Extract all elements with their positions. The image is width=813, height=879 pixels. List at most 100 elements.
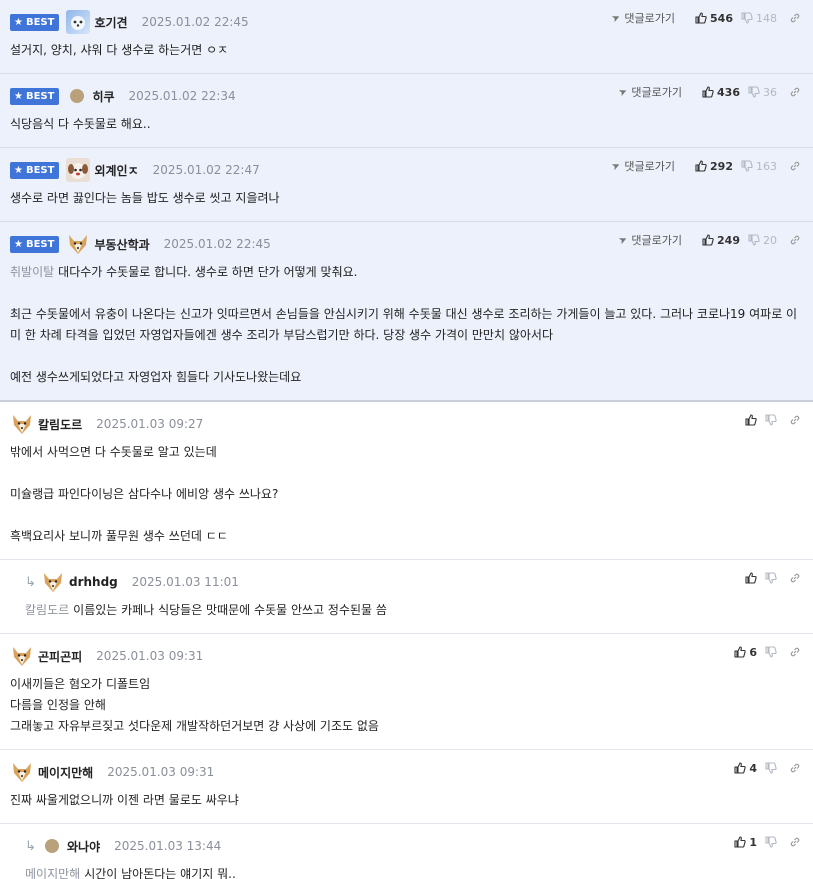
send-icon: ➤ xyxy=(617,85,630,99)
goto-reply-link[interactable]: ➤ 댓글로가기 xyxy=(617,232,682,248)
comment-item: 칼림도르 2025.01.03 09:27 밖에서 사먹으면 다 수돗물로 알고… xyxy=(0,402,813,560)
comment-date: 2025.01.02 22:47 xyxy=(152,163,260,177)
author-nick[interactable]: 외계인ㅈ xyxy=(94,162,138,179)
mention-link[interactable]: 메이지만해 xyxy=(25,867,80,879)
best-comment: ★ BEST 히쿠 2025.01.02 22:34 ➤ 댓글로가기 436 36 … xyxy=(0,74,813,148)
like-button[interactable]: 1 xyxy=(734,836,757,849)
thumbs-up-icon xyxy=(745,572,757,584)
share-button[interactable] xyxy=(789,836,801,848)
star-icon: ★ xyxy=(14,16,23,28)
link-icon xyxy=(790,235,800,245)
comment-actions: 1 xyxy=(726,834,801,850)
comment-date: 2025.01.03 09:27 xyxy=(96,417,204,431)
thumbs-down-icon xyxy=(748,86,760,98)
dislike-count: 20 xyxy=(763,233,777,247)
thumbs-up-icon xyxy=(695,12,707,24)
like-button[interactable]: 546 xyxy=(695,12,733,25)
like-button[interactable]: 6 xyxy=(734,646,757,659)
thumbs-down-icon xyxy=(748,234,760,246)
thumbs-up-icon xyxy=(702,86,714,98)
mention-link[interactable]: 칼림도르 xyxy=(25,603,69,617)
thumbs-down-icon xyxy=(765,762,777,774)
dislike-button[interactable]: 163 xyxy=(741,160,777,173)
link-icon xyxy=(790,837,800,847)
comment-body: 칼림도르 이름있는 카페나 식당들은 맛때문에 수돗물 안쓰고 정수된물 씀 xyxy=(25,603,387,617)
avatar[interactable] xyxy=(45,839,59,853)
goto-reply-link[interactable]: ➤ 댓글로가기 xyxy=(610,158,675,174)
comment-date: 2025.01.03 09:31 xyxy=(107,765,215,779)
thumbs-up-icon xyxy=(745,414,757,426)
share-button[interactable] xyxy=(789,414,801,426)
dislike-count: 163 xyxy=(756,159,777,173)
send-icon: ➤ xyxy=(610,11,623,25)
best-comment: ★ BEST 호기견 2025.01.02 22:45 ➤ 댓글로가기 546 14… xyxy=(0,0,813,74)
avatar[interactable] xyxy=(66,158,91,182)
avatar[interactable] xyxy=(66,232,90,256)
share-button[interactable] xyxy=(789,234,801,246)
thumbs-up-icon xyxy=(695,160,707,172)
thumbs-down-icon xyxy=(741,160,753,172)
dislike-button[interactable]: 148 xyxy=(741,12,777,25)
thumbs-down-icon xyxy=(765,414,777,426)
avatar[interactable] xyxy=(41,570,65,594)
comment-actions: ➤ 댓글로가기 546 148 xyxy=(610,10,801,26)
like-button[interactable]: 436 xyxy=(702,86,740,99)
link-icon xyxy=(790,161,800,171)
comment-actions: 4 xyxy=(726,760,801,776)
author-nick[interactable]: 부동산학과 xyxy=(94,236,149,253)
star-icon: ★ xyxy=(14,164,23,176)
thumbs-up-icon xyxy=(702,234,714,246)
like-button[interactable]: 4 xyxy=(734,762,757,775)
like-button[interactable] xyxy=(745,572,757,584)
comment-body: 메이지만해 시간이 남아돈다는 얘기지 뭐.. xyxy=(25,867,236,879)
star-icon: ★ xyxy=(14,238,23,250)
dislike-count: 36 xyxy=(763,85,777,99)
share-button[interactable] xyxy=(789,646,801,658)
thumbs-down-icon xyxy=(765,836,777,848)
avatar[interactable] xyxy=(70,89,85,103)
dislike-button[interactable] xyxy=(765,646,777,658)
share-button[interactable] xyxy=(789,572,801,584)
author-nick[interactable]: 메이지만해 xyxy=(38,764,93,781)
author-nick[interactable]: 호기견 xyxy=(94,14,127,31)
best-comment: ★ BEST 외계인ㅈ 2025.01.02 22:47 ➤ 댓글로가기 292 1… xyxy=(0,148,813,222)
mention-link[interactable]: 취발이탈 xyxy=(10,265,54,279)
share-button[interactable] xyxy=(789,160,801,172)
dislike-button[interactable] xyxy=(765,762,777,774)
goto-reply-link[interactable]: ➤ 댓글로가기 xyxy=(617,84,682,100)
avatar[interactable] xyxy=(10,644,34,668)
dislike-button[interactable] xyxy=(765,572,777,584)
star-icon: ★ xyxy=(14,90,23,102)
goto-reply-link[interactable]: ➤ 댓글로가기 xyxy=(610,10,675,26)
like-button[interactable]: 292 xyxy=(695,160,733,173)
like-count: 436 xyxy=(717,85,740,99)
share-button[interactable] xyxy=(789,86,801,98)
author-nick[interactable]: drhhdg xyxy=(69,575,118,589)
link-icon xyxy=(790,573,800,583)
like-button[interactable]: 249 xyxy=(702,234,740,247)
like-button[interactable] xyxy=(745,414,757,426)
avatar[interactable] xyxy=(10,412,34,436)
avatar[interactable] xyxy=(10,760,34,784)
dislike-button[interactable] xyxy=(765,414,777,426)
author-nick[interactable]: 칼림도르 xyxy=(38,416,82,433)
dislike-button[interactable]: 36 xyxy=(748,86,777,99)
comment-actions: ➤ 댓글로가기 436 36 xyxy=(617,84,801,100)
author-nick[interactable]: 곤피곤피 xyxy=(38,648,82,665)
avatar[interactable] xyxy=(66,10,91,34)
dislike-button[interactable]: 20 xyxy=(748,234,777,247)
share-button[interactable] xyxy=(789,762,801,774)
author-nick[interactable]: 와나야 xyxy=(67,838,100,855)
thumbs-up-icon xyxy=(734,646,747,658)
comment-actions: ➤ 댓글로가기 292 163 xyxy=(610,158,801,174)
thumbs-down-icon xyxy=(741,12,753,24)
like-count: 6 xyxy=(749,645,757,659)
comment-date: 2025.01.03 11:01 xyxy=(131,575,239,589)
share-button[interactable] xyxy=(789,12,801,24)
dislike-button[interactable] xyxy=(765,836,777,848)
comment-body: 밖에서 사먹으면 다 수돗물로 알고 있는데 미슐랭급 파인다이닝은 삼다수나 … xyxy=(10,445,279,543)
comment-item: 메이지만해 2025.01.03 09:31 4 진짜 싸울게없으니까 이젠 라… xyxy=(0,750,813,824)
comment-date: 2025.01.03 13:44 xyxy=(114,839,222,853)
author-nick[interactable]: 히쿠 xyxy=(92,88,114,105)
comment-body: 설거지, 양치, 샤워 다 생수로 하는거면 ㅇㅈ xyxy=(10,43,229,57)
